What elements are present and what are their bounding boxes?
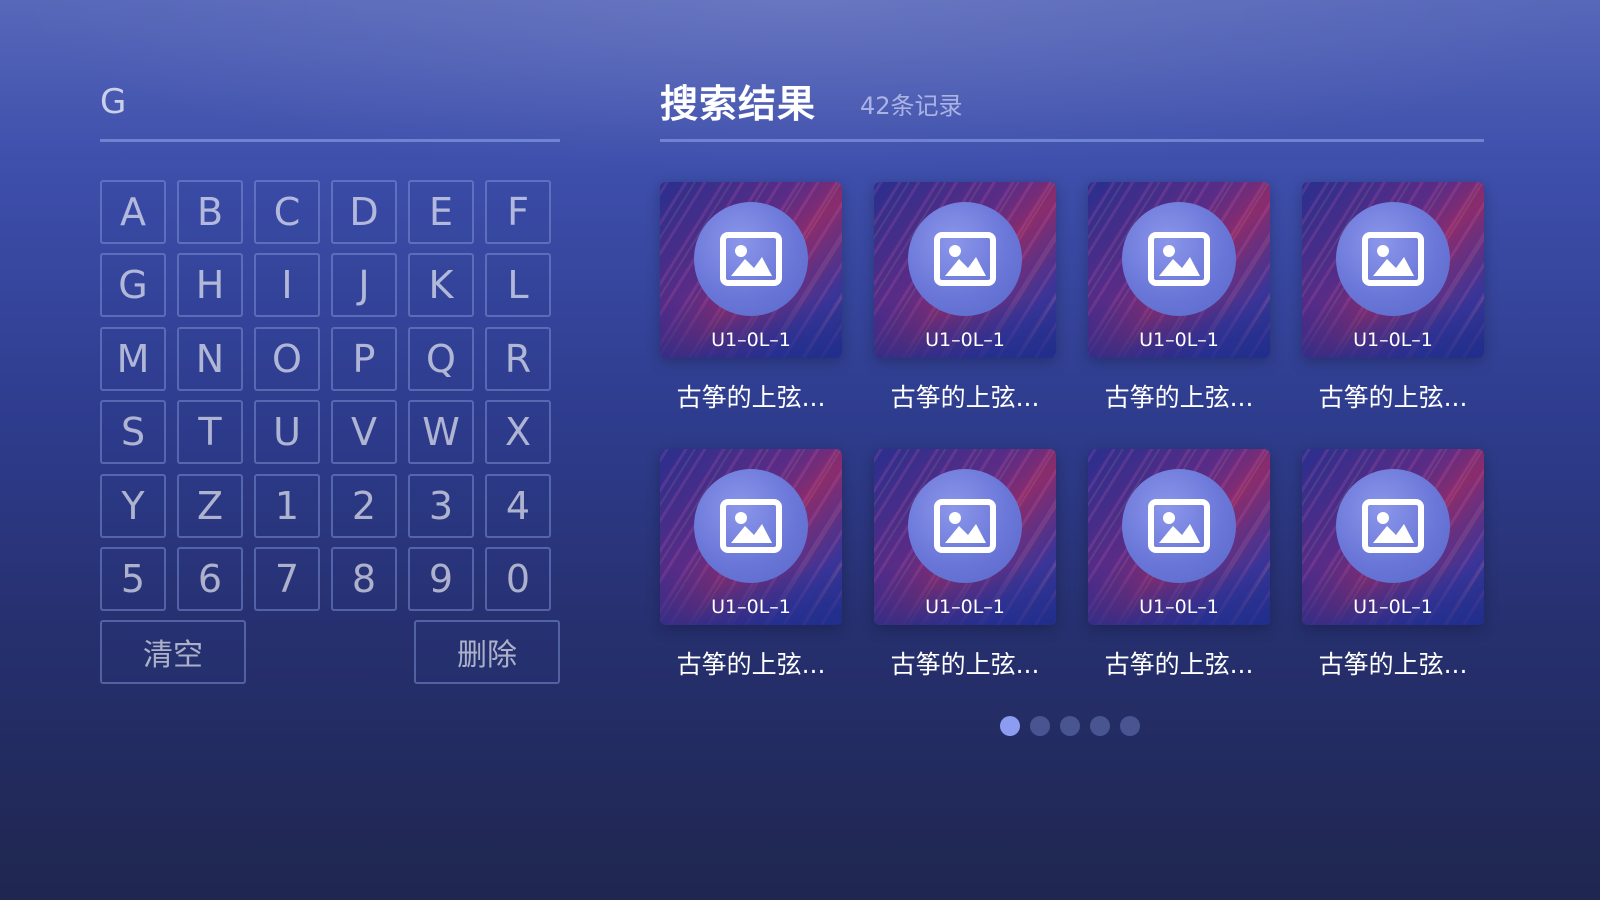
result-card[interactable]: U1–0L–1 古筝的上弦...	[660, 449, 842, 683]
page-dot-5[interactable]	[1120, 716, 1140, 736]
key-k[interactable]: K	[408, 253, 474, 317]
key-w[interactable]: W	[408, 400, 474, 464]
key-s[interactable]: S	[100, 400, 166, 464]
key-r[interactable]: R	[485, 327, 551, 391]
key-t[interactable]: T	[177, 400, 243, 464]
image-icon	[694, 202, 808, 316]
result-card[interactable]: U1–0L–1 古筝的上弦...	[874, 449, 1056, 683]
result-thumbnail: U1–0L–1	[660, 182, 842, 358]
key-d[interactable]: D	[331, 180, 397, 244]
thumbnail-label: U1–0L–1	[925, 596, 1005, 618]
image-icon	[1336, 469, 1450, 583]
result-card[interactable]: U1–0L–1 古筝的上弦...	[1302, 182, 1484, 416]
thumbnail-label: U1–0L–1	[1353, 596, 1433, 618]
page-dot-2[interactable]	[1030, 716, 1050, 736]
key-i[interactable]: I	[254, 253, 320, 317]
key-l[interactable]: L	[485, 253, 551, 317]
result-title: 古筝的上弦...	[1104, 383, 1254, 412]
image-icon	[908, 469, 1022, 583]
key-u[interactable]: U	[254, 400, 320, 464]
pagination-dots	[1000, 716, 1140, 738]
result-thumbnail: U1–0L–1	[874, 182, 1056, 358]
key-1[interactable]: 1	[254, 474, 320, 538]
result-card[interactable]: U1–0L–1 古筝的上弦...	[1302, 449, 1484, 683]
key-c[interactable]: C	[254, 180, 320, 244]
key-n[interactable]: N	[177, 327, 243, 391]
key-o[interactable]: O	[254, 327, 320, 391]
thumbnail-label: U1–0L–1	[1353, 329, 1433, 351]
result-thumbnail: U1–0L–1	[1088, 182, 1270, 358]
key-p[interactable]: P	[331, 327, 397, 391]
key-h[interactable]: H	[177, 253, 243, 317]
key-f[interactable]: F	[485, 180, 551, 244]
result-card[interactable]: U1–0L–1 古筝的上弦...	[1088, 449, 1270, 683]
key-5[interactable]: 5	[100, 547, 166, 611]
thumbnail-label: U1–0L–1	[711, 596, 791, 618]
search-query-text[interactable]: G	[100, 80, 126, 124]
key-6[interactable]: 6	[177, 547, 243, 611]
image-icon	[1336, 202, 1450, 316]
key-j[interactable]: J	[331, 253, 397, 317]
key-2[interactable]: 2	[331, 474, 397, 538]
key-4[interactable]: 4	[485, 474, 551, 538]
thumbnail-label: U1–0L–1	[1139, 596, 1219, 618]
search-input-underline	[100, 139, 560, 142]
thumbnail-label: U1–0L–1	[925, 329, 1005, 351]
result-title: 古筝的上弦...	[890, 383, 1040, 412]
key-z[interactable]: Z	[177, 474, 243, 538]
result-title: 古筝的上弦...	[1104, 650, 1254, 679]
key-q[interactable]: Q	[408, 327, 474, 391]
result-card[interactable]: U1–0L–1 古筝的上弦...	[1088, 182, 1270, 416]
results-title: 搜索结果	[660, 82, 817, 126]
key-e[interactable]: E	[408, 180, 474, 244]
page-dot-3[interactable]	[1060, 716, 1080, 736]
results-divider	[660, 139, 1484, 142]
key-b[interactable]: B	[177, 180, 243, 244]
result-thumbnail: U1–0L–1	[1302, 449, 1484, 625]
result-thumbnail: U1–0L–1	[874, 449, 1056, 625]
result-thumbnail: U1–0L–1	[1088, 449, 1270, 625]
key-7[interactable]: 7	[254, 547, 320, 611]
result-card[interactable]: U1–0L–1 古筝的上弦...	[874, 182, 1056, 416]
key-m[interactable]: M	[100, 327, 166, 391]
result-title: 古筝的上弦...	[1318, 383, 1468, 412]
result-thumbnail: U1–0L–1	[660, 449, 842, 625]
page-dot-1[interactable]	[1000, 716, 1020, 736]
delete-button[interactable]: 删除	[414, 620, 560, 684]
result-title: 古筝的上弦...	[676, 650, 826, 679]
key-v[interactable]: V	[331, 400, 397, 464]
thumbnail-label: U1–0L–1	[711, 329, 791, 351]
image-icon	[908, 202, 1022, 316]
key-x[interactable]: X	[485, 400, 551, 464]
key-y[interactable]: Y	[100, 474, 166, 538]
result-thumbnail: U1–0L–1	[1302, 182, 1484, 358]
clear-button[interactable]: 清空	[100, 620, 246, 684]
key-8[interactable]: 8	[331, 547, 397, 611]
page-dot-4[interactable]	[1090, 716, 1110, 736]
key-g[interactable]: G	[100, 253, 166, 317]
result-title: 古筝的上弦...	[1318, 650, 1468, 679]
result-card[interactable]: U1–0L–1 古筝的上弦...	[660, 182, 842, 416]
image-icon	[694, 469, 808, 583]
result-title: 古筝的上弦...	[676, 383, 826, 412]
image-icon	[1122, 469, 1236, 583]
image-icon	[1122, 202, 1236, 316]
results-count: 42条记录	[860, 92, 963, 120]
key-9[interactable]: 9	[408, 547, 474, 611]
key-0[interactable]: 0	[485, 547, 551, 611]
key-3[interactable]: 3	[408, 474, 474, 538]
key-a[interactable]: A	[100, 180, 166, 244]
result-title: 古筝的上弦...	[890, 650, 1040, 679]
thumbnail-label: U1–0L–1	[1139, 329, 1219, 351]
